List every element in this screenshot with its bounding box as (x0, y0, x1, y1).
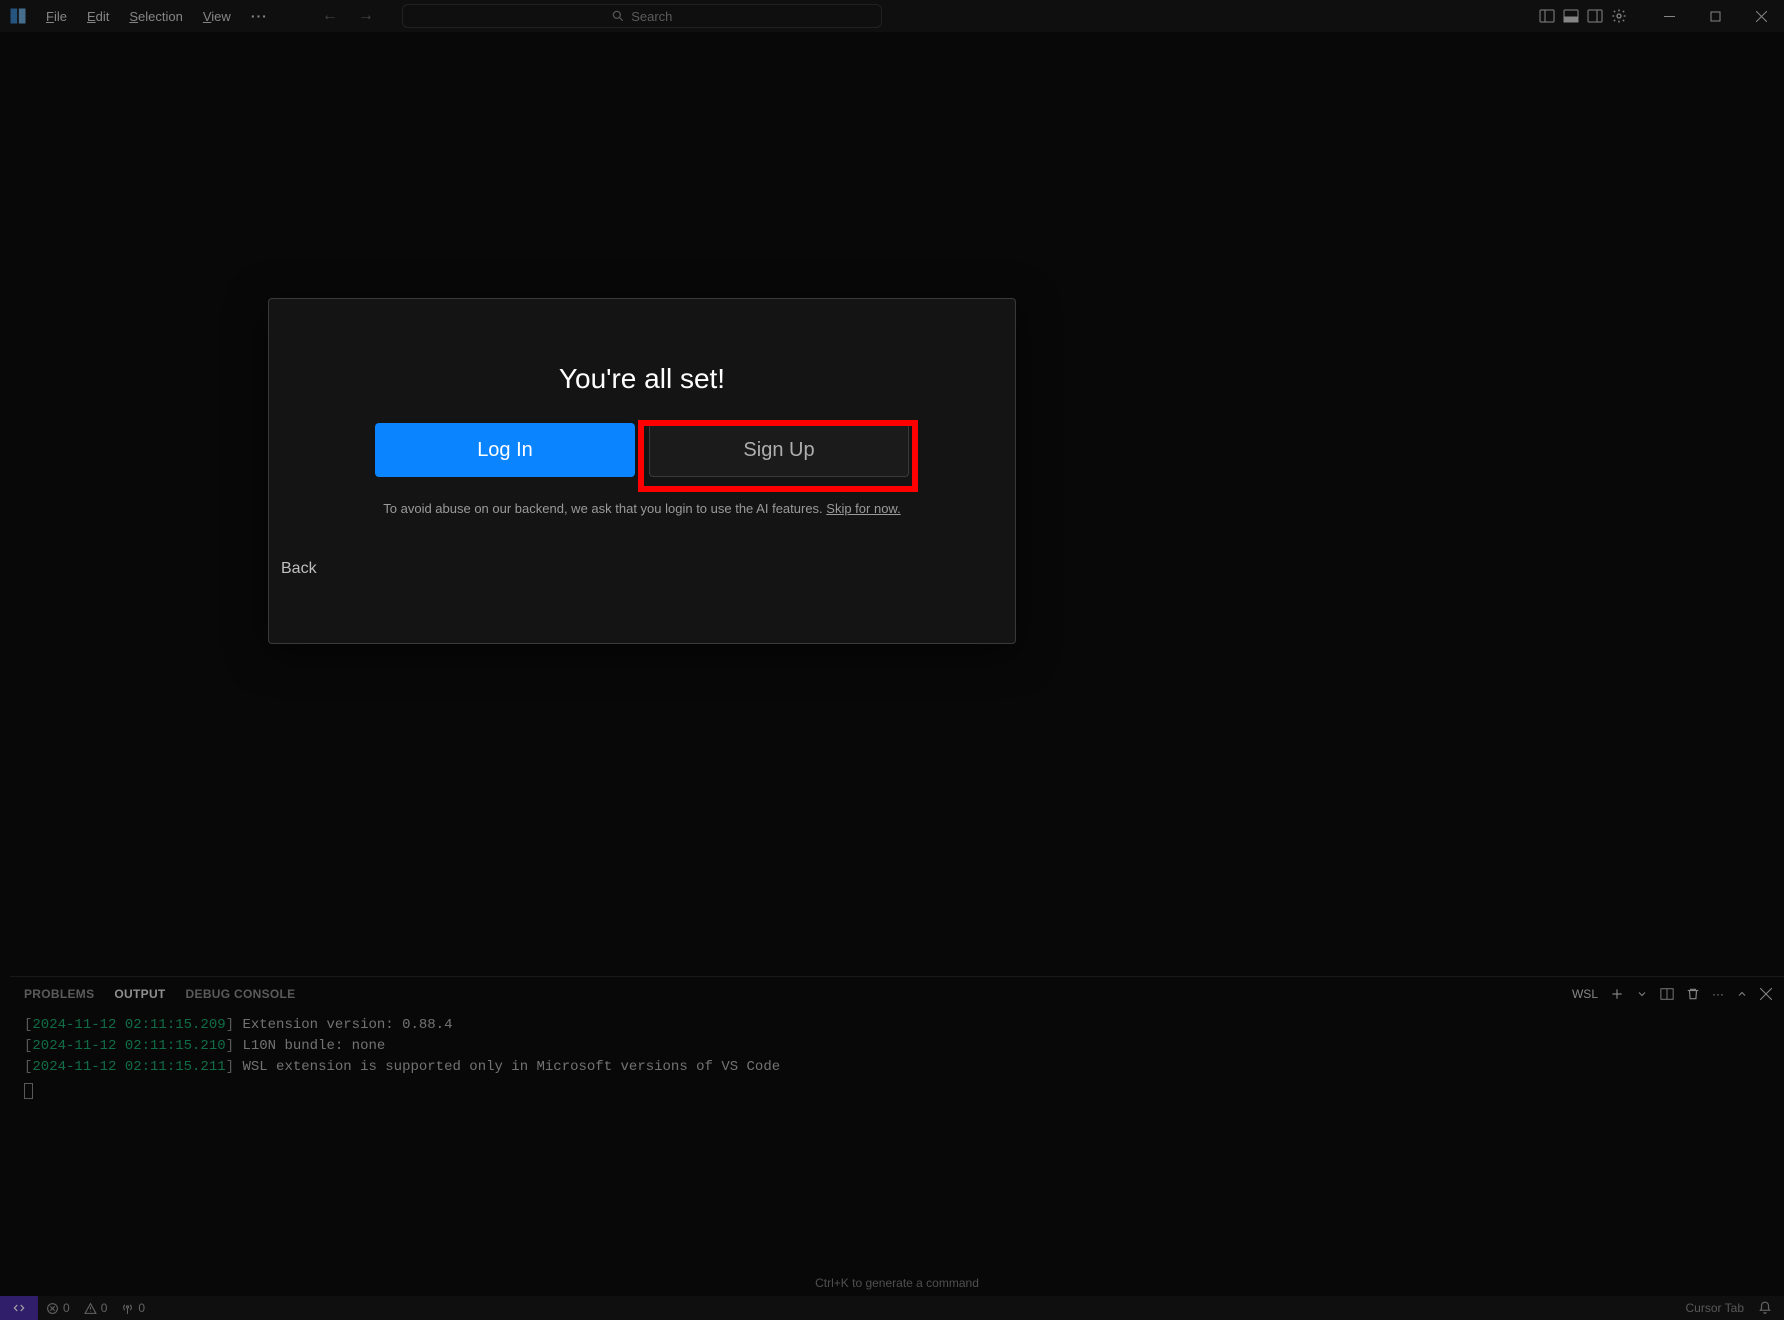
window-maximize[interactable] (1692, 0, 1738, 32)
warning-icon (84, 1302, 97, 1315)
more-icon[interactable]: ··· (1712, 987, 1724, 1001)
radio-tower-icon (121, 1302, 134, 1315)
terminal-cursor (24, 1083, 33, 1099)
nav-arrows: ← → (318, 5, 378, 27)
bottom-panel: PROBLEMS OUTPUT DEBUG CONSOLE WSL ··· [2… (10, 976, 1784, 1296)
app-icon (4, 2, 32, 30)
settings-gear-icon[interactable] (1610, 7, 1628, 25)
menu-edit[interactable]: Edit (77, 5, 119, 28)
window-minimize[interactable] (1646, 0, 1692, 32)
modal-subtext: To avoid abuse on our backend, we ask th… (383, 501, 900, 516)
menu-selection[interactable]: Selection (119, 5, 192, 28)
layout-icons (1538, 7, 1628, 25)
menu-bar: File Edit Selection View ··· (36, 4, 278, 28)
menu-more[interactable]: ··· (241, 4, 278, 28)
plus-icon[interactable] (1610, 987, 1624, 1001)
remote-indicator[interactable] (0, 1296, 38, 1320)
login-button[interactable]: Log In (375, 423, 635, 477)
signup-button[interactable]: Sign Up (649, 423, 909, 477)
window-close[interactable] (1738, 0, 1784, 32)
layout-sidebar-right-icon[interactable] (1586, 7, 1604, 25)
trash-icon[interactable] (1686, 987, 1700, 1001)
menu-file[interactable]: File (36, 5, 77, 28)
search-icon (611, 9, 625, 23)
log-line: [2024-11-12 02:11:15.209] Extension vers… (24, 1015, 1770, 1036)
panel-right-label: WSL (1572, 987, 1598, 1001)
bell-icon[interactable] (1758, 1301, 1772, 1315)
menu-view[interactable]: View (193, 5, 241, 28)
tab-debug-console[interactable]: DEBUG CONSOLE (186, 987, 296, 1001)
skip-link[interactable]: Skip for now. (826, 501, 900, 516)
error-icon (46, 1302, 59, 1315)
chevron-down-icon[interactable] (1636, 988, 1648, 1000)
layout-panel-bottom-icon[interactable] (1562, 7, 1580, 25)
status-ports[interactable]: 0 (121, 1301, 145, 1315)
split-terminal-icon[interactable] (1660, 987, 1674, 1001)
log-line: [2024-11-12 02:11:15.210] L10N bundle: n… (24, 1036, 1770, 1057)
nav-back[interactable]: ← (318, 5, 342, 27)
status-cursor-tab[interactable]: Cursor Tab (1686, 1301, 1744, 1315)
search-input[interactable]: Search (402, 4, 882, 28)
panel-footer-hint: Ctrl+K to generate a command (10, 1270, 1784, 1296)
log-line: [2024-11-12 02:11:15.211] WSL extension … (24, 1057, 1770, 1078)
activity-bar (0, 32, 10, 1296)
search-placeholder: Search (631, 9, 672, 24)
layout-sidebar-left-icon[interactable] (1538, 7, 1556, 25)
status-bar: 0 0 0 Cursor Tab (0, 1296, 1784, 1320)
modal-title: You're all set! (559, 363, 725, 395)
panel-tabs: PROBLEMS OUTPUT DEBUG CONSOLE WSL ··· (10, 977, 1784, 1011)
chevron-up-icon[interactable] (1736, 988, 1748, 1000)
titlebar: File Edit Selection View ··· ← → Search (0, 0, 1784, 32)
output-body[interactable]: [2024-11-12 02:11:15.209] Extension vers… (10, 1011, 1784, 1270)
nav-forward[interactable]: → (354, 5, 378, 27)
back-button[interactable]: Back (281, 560, 317, 578)
status-warnings[interactable]: 0 (84, 1301, 108, 1315)
tab-output[interactable]: OUTPUT (114, 987, 165, 1001)
tab-problems[interactable]: PROBLEMS (24, 987, 94, 1001)
close-panel-icon[interactable] (1760, 988, 1772, 1000)
status-errors[interactable]: 0 (46, 1301, 70, 1315)
welcome-modal: You're all set! Log In Sign Up To avoid … (268, 298, 1016, 644)
